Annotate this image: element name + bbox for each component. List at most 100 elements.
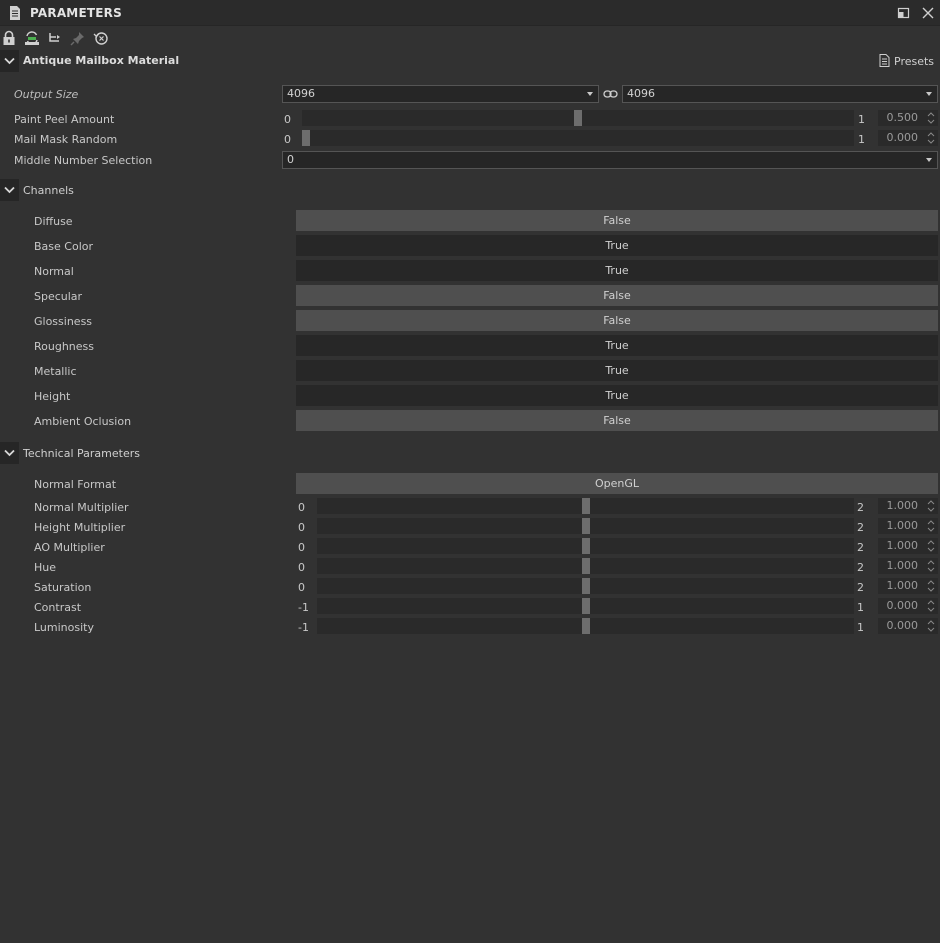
mail-mask-slider[interactable] — [302, 130, 854, 146]
ao-multiplier-min: 0 — [298, 541, 305, 554]
contrast-slider[interactable] — [317, 598, 854, 614]
slider-handle[interactable] — [582, 598, 590, 614]
paint-peel-min: 0 — [284, 113, 291, 126]
height-multiplier-min: 0 — [298, 521, 305, 534]
paint-peel-max: 1 — [858, 113, 865, 126]
normal-multiplier-slider[interactable] — [317, 498, 854, 514]
output-height-select[interactable]: 4096 — [622, 85, 938, 103]
slider-label-saturation: Saturation — [34, 581, 92, 594]
hue-value[interactable]: 1.000 — [878, 558, 938, 574]
slider-handle[interactable] — [582, 498, 590, 514]
paint-peel-value[interactable]: 0.500 — [878, 110, 938, 126]
middle-number-select[interactable]: 0 — [282, 151, 938, 169]
ao-multiplier-slider[interactable] — [317, 538, 854, 554]
link-icon[interactable] — [603, 88, 618, 100]
saturation-slider[interactable] — [317, 578, 854, 594]
dropdown-arrow-icon — [926, 158, 932, 162]
height-multiplier-value[interactable]: 1.000 — [878, 518, 938, 534]
mail-mask-value-text: 0.000 — [886, 131, 919, 144]
chevron-down-icon — [4, 186, 15, 194]
luminosity-slider[interactable] — [317, 618, 854, 634]
dropdown-arrow-icon — [926, 92, 932, 96]
contrast-value[interactable]: 0.000 — [878, 598, 938, 614]
spinner-icon[interactable] — [927, 131, 935, 145]
hue-max: 2 — [857, 561, 864, 574]
toolbar — [0, 27, 940, 49]
channel-toggle-height[interactable]: True — [296, 385, 938, 406]
slider-handle[interactable] — [582, 618, 590, 634]
mail-mask-value[interactable]: 0.000 — [878, 130, 938, 146]
reset-icon[interactable] — [93, 30, 109, 46]
normal-multiplier-value-text: 1.000 — [886, 499, 919, 512]
slider-label-hue: Hue — [34, 561, 57, 574]
collapse-technical-button[interactable] — [0, 442, 19, 464]
saturation-value[interactable]: 1.000 — [878, 578, 938, 594]
spinner-icon[interactable] — [927, 539, 935, 553]
spinner-icon[interactable] — [927, 619, 935, 633]
spinner-icon[interactable] — [927, 519, 935, 533]
float-window-icon[interactable] — [897, 6, 911, 20]
slider-handle[interactable] — [302, 130, 310, 146]
channel-label-normal: Normal — [34, 265, 74, 278]
luminosity-value-text: 0.000 — [886, 619, 919, 632]
luminosity-max: 1 — [857, 621, 864, 634]
spinner-icon[interactable] — [927, 499, 935, 513]
panel-title-bar: PARAMETERS — [0, 0, 940, 26]
channel-toggle-specular[interactable]: False — [296, 285, 938, 306]
channel-toggle-base-color[interactable]: True — [296, 235, 938, 256]
channel-toggle-glossiness[interactable]: False — [296, 310, 938, 331]
output-width-select[interactable]: 4096 — [282, 85, 599, 103]
channel-toggle-ambient-oclusion[interactable]: False — [296, 410, 938, 431]
channel-label-ambient-oclusion: Ambient Oclusion — [34, 415, 132, 428]
refresh-graph-icon[interactable] — [24, 30, 40, 46]
luminosity-value[interactable]: 0.000 — [878, 618, 938, 634]
ao-multiplier-value-text: 1.000 — [886, 539, 919, 552]
channel-label-metallic: Metallic — [34, 365, 77, 378]
output-height-value: 4096 — [627, 87, 655, 100]
spinner-icon[interactable] — [927, 559, 935, 573]
ao-multiplier-max: 2 — [857, 541, 864, 554]
mail-mask-max: 1 — [858, 133, 865, 146]
slider-handle[interactable] — [582, 558, 590, 574]
channel-toggle-metallic[interactable]: True — [296, 360, 938, 381]
lock-icon[interactable] — [1, 30, 17, 46]
spinner-icon[interactable] — [927, 599, 935, 613]
channel-toggle-normal[interactable]: True — [296, 260, 938, 281]
paint-peel-value-text: 0.500 — [886, 111, 919, 124]
slider-handle[interactable] — [582, 518, 590, 534]
channel-toggle-roughness[interactable]: True — [296, 335, 938, 356]
saturation-max: 2 — [857, 581, 864, 594]
collapse-material-button[interactable] — [0, 50, 19, 72]
chevron-down-icon — [4, 57, 15, 65]
slider-handle[interactable] — [582, 578, 590, 594]
pin-icon[interactable] — [70, 30, 86, 46]
ao-multiplier-value[interactable]: 1.000 — [878, 538, 938, 554]
spinner-icon[interactable] — [927, 111, 935, 125]
material-title: Antique Mailbox Material — [23, 54, 180, 67]
height-multiplier-value-text: 1.000 — [886, 519, 919, 532]
presets-label: Presets — [894, 55, 935, 68]
dropdown-arrow-icon — [587, 92, 593, 96]
normal-format-button[interactable]: OpenGL — [296, 473, 938, 494]
mail-mask-label: Mail Mask Random — [14, 133, 118, 146]
normal-multiplier-min: 0 — [298, 501, 305, 514]
panel-title: PARAMETERS — [30, 6, 122, 20]
paint-peel-slider[interactable] — [302, 110, 854, 126]
slider-handle[interactable] — [582, 538, 590, 554]
channel-label-roughness: Roughness — [34, 340, 95, 353]
channel-label-base-color: Base Color — [34, 240, 94, 253]
channels-title: Channels — [23, 184, 74, 197]
slider-handle[interactable] — [574, 110, 582, 126]
chevron-down-icon — [4, 449, 15, 457]
normal-multiplier-value[interactable]: 1.000 — [878, 498, 938, 514]
spinner-icon[interactable] — [927, 579, 935, 593]
channel-label-glossiness: Glossiness — [34, 315, 93, 328]
contrast-min: -1 — [298, 601, 309, 614]
hue-slider[interactable] — [317, 558, 854, 574]
collapse-channels-button[interactable] — [0, 179, 19, 201]
height-multiplier-slider[interactable] — [317, 518, 854, 534]
close-icon[interactable] — [921, 6, 935, 20]
output-width-value: 4096 — [287, 87, 315, 100]
channel-toggle-diffuse[interactable]: False — [296, 210, 938, 231]
tree-link-icon[interactable] — [47, 30, 63, 46]
